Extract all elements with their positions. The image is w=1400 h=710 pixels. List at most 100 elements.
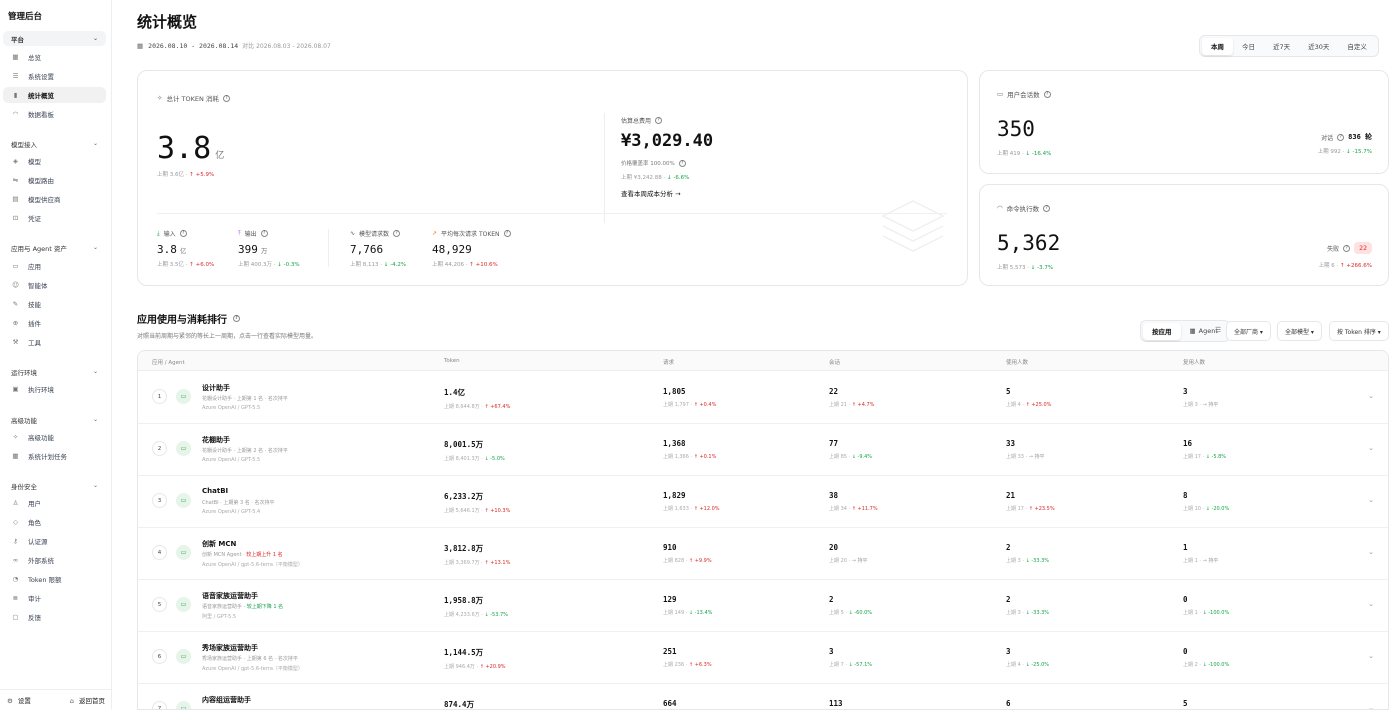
metric-value-text: 3.8: [157, 243, 177, 256]
table-row[interactable]: 3 ▭ ChatBI ChatBI · 上期第 3 名 · 名次持平 Azure Ope…: [138, 476, 1388, 528]
app-provider: 阿里 / GPT-5.5: [202, 614, 237, 620]
range-option-2[interactable]: 近7天: [1264, 38, 1299, 55]
command-compare: 上期 5,573 · ↓ -3.7%: [997, 265, 1054, 271]
cell-delta: ↓ -100.0%: [1202, 662, 1230, 668]
help-icon[interactable]: ?: [179, 230, 187, 237]
range-option-3[interactable]: 近30天: [1299, 38, 1338, 55]
help-icon[interactable]: ?: [222, 94, 230, 102]
sidebar-item-5-2[interactable]: ⚷ 认证源: [3, 533, 106, 549]
sidebar-item-4-1[interactable]: ▦ 系统计划任务: [3, 448, 106, 464]
sidebar-group-2[interactable]: 应用与 Agent 资产 ⌄: [3, 240, 106, 255]
table-row[interactable]: 1 ▭ 设计助手 花棚设计助手 · 上期第 1 名 · 名次持平 Azure OpenA…: [138, 372, 1388, 424]
chevron-down-icon[interactable]: ⌄: [1368, 652, 1374, 660]
help-icon[interactable]: ?: [1343, 244, 1351, 252]
vendor-filter[interactable]: 全部厂商 ▾: [1226, 321, 1271, 341]
cell-delta: ↑ +6.3%: [688, 662, 712, 668]
session-delta: -16.4%: [1031, 151, 1052, 157]
sidebar-item-2-4[interactable]: ⚒ 工具: [3, 334, 106, 350]
sidebar-item-1-3[interactable]: ⊡ 凭证: [3, 210, 106, 226]
help-icon[interactable]: ?: [655, 117, 663, 124]
audit-icon: ≣: [12, 594, 19, 602]
sidebar-item-1-1[interactable]: ⇋ 模型路由: [3, 172, 106, 188]
table-row[interactable]: 5 ▭ 语音家族运营助手 语音家族运营助手 · 较上期下降 1 名阿里 / GPT-5…: [138, 580, 1388, 632]
sidebar-item-label: 模型供应商: [28, 196, 61, 204]
help-icon[interactable]: ?: [1043, 90, 1051, 98]
sidebar-item-2-3[interactable]: ⊕ 插件: [3, 315, 106, 331]
chevron-down-icon[interactable]: ⌄: [1368, 444, 1374, 452]
cell-value: 8,001.5万: [444, 440, 484, 449]
help-icon[interactable]: ?: [260, 230, 268, 237]
cell-value: 129: [663, 595, 677, 604]
chevron-down-icon[interactable]: ⌄: [1368, 392, 1374, 400]
sidebar-item-1-0[interactable]: ◈ 模型: [3, 153, 106, 169]
sidebar-item-5-5[interactable]: ≣ 审计: [3, 590, 106, 606]
sidebar-item-4-0[interactable]: ✧ 高级功能: [3, 429, 106, 445]
help-icon[interactable]: ?: [678, 159, 686, 167]
sidebar-item-5-0[interactable]: ♙ 用户: [3, 495, 106, 511]
home-button[interactable]: ⌂ 返回首页: [70, 695, 105, 705]
help-icon[interactable]: ?: [1043, 204, 1051, 212]
cell-value: 3: [829, 647, 834, 656]
sidebar-item-0-0[interactable]: ▦ 总览: [3, 49, 106, 65]
chevron-down-icon[interactable]: ⌄: [1368, 704, 1374, 709]
sort-select[interactable]: 按 Token 排序 ▾: [1329, 321, 1389, 341]
range-option-1[interactable]: 今日: [1233, 38, 1264, 55]
page-title: 统计概览: [137, 13, 198, 31]
help-icon[interactable]: ?: [1337, 133, 1345, 141]
failed-badge: 22: [1354, 242, 1372, 254]
table-row[interactable]: 4 ▭ 创新 MCN 创新 MCN Agent · 较上期上升 1 名 Azure Op…: [138, 528, 1388, 580]
sidebar-group-label: 高级功能: [11, 416, 37, 425]
cell-delta: ↑ +9.9%: [688, 558, 712, 564]
sidebar-item-0-2[interactable]: ▮ 统计概览: [3, 87, 106, 103]
col-users: 使用人数: [1006, 360, 1029, 366]
table-row[interactable]: 6 ▭ 秀场家族运营助手 秀场家族运营助手 · 上期第 6 名 · 名次持平 Azure…: [138, 632, 1388, 684]
sidebar-group-5[interactable]: 身份安全 ⌄: [3, 478, 106, 493]
cell-delta: ↓ -33.3%: [1025, 610, 1050, 616]
sidebar-item-label: 反馈: [28, 614, 41, 622]
sidebar-item-5-6[interactable]: ▢ 反馈: [3, 609, 106, 625]
help-icon[interactable]: ?: [393, 230, 401, 237]
cost-analysis-link[interactable]: 查看本周成本分析 →: [621, 188, 681, 198]
range-option-0[interactable]: 本周: [1202, 37, 1233, 55]
sidebar-item-0-1[interactable]: ☰ 系统设置: [3, 68, 106, 84]
cell-value: 1,144.5万: [444, 648, 484, 657]
sidebar-item-0-3[interactable]: ◠ 数据看板: [3, 106, 106, 122]
sidebar-item-1-2[interactable]: ▤ 模型供应商: [3, 191, 106, 207]
sidebar-item-5-4[interactable]: ◔ Token 限额: [3, 571, 106, 587]
sidebar-group-3[interactable]: 运行环境 ⌄: [3, 364, 106, 379]
cell-value: 20: [829, 543, 839, 552]
sidebar-item-2-2[interactable]: ✎ 技能: [3, 296, 106, 312]
cell-compare: 上期 4 · ↓ -25.0%: [1006, 662, 1050, 668]
chevron-down-icon[interactable]: ⌄: [1368, 496, 1374, 504]
sidebar-group-4[interactable]: 高级功能 ⌄: [3, 412, 106, 427]
settings-button[interactable]: ⚙ 设置: [7, 695, 31, 705]
cell-prev: 上期 33: [1006, 454, 1024, 460]
cell-compare: 上期 3 · ↓ -33.3%: [1006, 558, 1050, 564]
table-row[interactable]: 7▭内容组运营助手874.4万 · 664 · 113 · 6 · 5 · ⌄: [138, 684, 1388, 709]
sidebar-item-3-0[interactable]: ▣ 执行环境: [3, 381, 106, 397]
model-filter[interactable]: 全部模型 ▾: [1277, 321, 1322, 341]
cell-reuse: 8 上期 10 · ↓ -20.0%: [1183, 491, 1229, 512]
cell-compare: 上期 1,633 · ↑ +12.0%: [663, 506, 720, 512]
lock-icon: ⊡: [12, 214, 19, 222]
cell-compare: 上期 17 · ↑ +23.5%: [1006, 506, 1055, 512]
table-row[interactable]: 2 ▭ 花棚助手 花棚设计助手 · 上期第 2 名 · 名次持平 Azure OpenA…: [138, 424, 1388, 476]
cube-icon: ◈: [13, 157, 18, 165]
help-icon[interactable]: ?: [233, 315, 240, 322]
metric-label: ↗ 平均每次请求 TOKEN?: [432, 229, 511, 238]
metric-label: ⤓ 输入?: [157, 229, 214, 238]
range-option-4[interactable]: 自定义: [1338, 38, 1376, 55]
sidebar-group-1[interactable]: 模型接入 ⌄: [3, 136, 106, 151]
cell-req: 1,368 上期 1,366 · ↑ +0.1%: [663, 439, 716, 460]
sidebar-group-0[interactable]: 平台 ⌄: [3, 31, 106, 46]
help-icon[interactable]: ?: [503, 230, 511, 237]
col-token: Token: [444, 358, 460, 364]
sidebar-item-2-1[interactable]: ☺ 智能体: [3, 277, 106, 293]
chevron-down-icon[interactable]: ⌄: [1368, 548, 1374, 556]
sidebar-item-5-3[interactable]: ∞ 外部系统: [3, 552, 106, 568]
sidebar-item-2-0[interactable]: ▭ 应用: [3, 258, 106, 274]
sidebar-item-5-1[interactable]: ◇ 角色: [3, 514, 106, 530]
view-by-app[interactable]: 按应用: [1143, 322, 1181, 340]
cell-prev: 上期 1: [1183, 558, 1198, 564]
chevron-down-icon[interactable]: ⌄: [1368, 600, 1374, 608]
